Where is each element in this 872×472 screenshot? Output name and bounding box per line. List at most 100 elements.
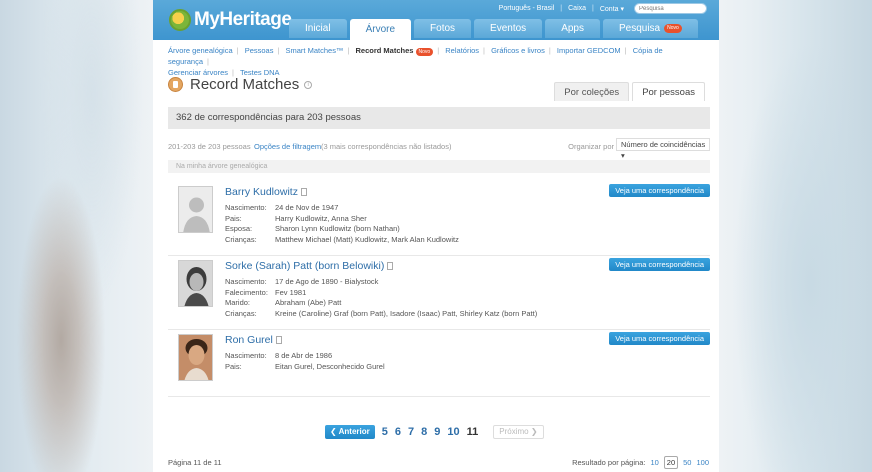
sub-nav: Árvore genealógica | Pessoas | Smart Match…	[168, 45, 708, 78]
subnav-reports[interactable]: Relatórios	[445, 46, 479, 55]
person-photo[interactable]	[178, 260, 213, 307]
sort-label: Organizar por	[568, 142, 614, 151]
divider: |	[347, 46, 350, 55]
fact-label: Marido:	[225, 298, 251, 307]
inbox-link[interactable]: Caixa	[568, 5, 586, 12]
group-header: Na minha árvore genealógica	[168, 160, 710, 173]
tab-tree[interactable]: Árvore	[349, 19, 412, 40]
prev-button[interactable]: ❮ Anterior	[325, 425, 375, 439]
person-name-text: Sorke (Sarah) Patt (born Belowiki)	[225, 260, 385, 272]
tab-label: Eventos	[490, 22, 527, 34]
tab-label: Pesquisa	[618, 22, 661, 34]
tab-label: Apps	[561, 22, 584, 34]
page-link[interactable]: 8	[421, 426, 427, 438]
fact-label: Nascimento:	[225, 277, 267, 286]
person-photo[interactable]	[178, 334, 213, 381]
portrait-icon	[179, 261, 212, 306]
fact-label: Crianças:	[225, 234, 257, 244]
fact-label: Nascimento:	[225, 351, 267, 360]
logo-icon	[169, 9, 191, 31]
page-link[interactable]: 6	[395, 426, 401, 438]
person-name[interactable]: Ron Gurel	[225, 334, 282, 346]
page-link[interactable]: 7	[408, 426, 414, 438]
divider: |	[207, 57, 209, 66]
fact-row: Esposa: Sharon Lynn Kudlowitz (born Natha…	[225, 224, 459, 235]
subnav-charts-books[interactable]: Gráficos e livros	[491, 46, 545, 55]
logo[interactable]: MyHeritage	[169, 9, 292, 31]
fact-label: Crianças:	[225, 308, 257, 318]
divider: |	[236, 46, 239, 55]
per-page-option-selected[interactable]: 20	[663, 456, 679, 469]
fact-row: Marido: Abraham (Abe) Patt	[225, 298, 537, 309]
page-link[interactable]: 10	[447, 426, 459, 438]
person-name[interactable]: Barry Kudlowitz	[225, 186, 307, 198]
fact-row: Falecimento: Fev 1981	[225, 288, 537, 299]
document-icon	[387, 262, 394, 270]
page-title: Record Matches	[190, 76, 300, 93]
view-match-button[interactable]: Veja uma correspondência	[609, 332, 710, 345]
fact-row: Pais: Harry Kudlowitz, Anna Sher	[225, 214, 459, 225]
fact-label: Esposa:	[225, 224, 253, 233]
divider	[168, 255, 710, 256]
search-input[interactable]	[634, 3, 707, 14]
fact-value: Fev 1981	[275, 287, 307, 297]
divider	[168, 396, 710, 397]
top-links: Português - Brasil | Caixa | Conta ▾	[499, 3, 707, 14]
view-match-button[interactable]: Veja uma correspondência	[609, 258, 710, 271]
subnav-people[interactable]: Pessoas	[245, 46, 274, 55]
account-link[interactable]: Conta ▾	[600, 5, 624, 13]
new-badge: Novo	[664, 24, 682, 33]
tab-home[interactable]: Inicial	[289, 19, 347, 38]
facts: Nascimento: 17 de Ago de 1890 - Bialystoc…	[225, 277, 537, 319]
divider: |	[277, 46, 280, 55]
divider: |	[624, 46, 627, 55]
fact-label: Nascimento:	[225, 203, 267, 212]
info-icon[interactable]: i	[304, 80, 313, 89]
tab-label: Inicial	[305, 22, 331, 34]
fact-row: Nascimento: 17 de Ago de 1890 - Bialystoc…	[225, 277, 537, 288]
language-link[interactable]: Português - Brasil	[499, 5, 555, 12]
page: MyHeritage Português - Brasil | Caixa | …	[153, 0, 719, 472]
facts: Nascimento: 8 de Abr de 1986 Pais: Eitan G…	[225, 351, 385, 372]
tab-apps[interactable]: Apps	[545, 19, 600, 38]
tab-by-collections[interactable]: Por coleções	[554, 82, 630, 101]
tab-events[interactable]: Eventos	[474, 19, 543, 38]
divider: |	[592, 5, 594, 12]
fact-label: Pais:	[225, 213, 242, 223]
subnav-record-matches[interactable]: Record Matches	[356, 46, 414, 55]
person-photo[interactable]	[178, 186, 213, 233]
new-badge: Novo	[415, 48, 434, 56]
per-page-option[interactable]: 10	[650, 458, 658, 467]
tab-by-people[interactable]: Por pessoas	[632, 82, 705, 101]
subnav-family-tree[interactable]: Árvore genealógica	[168, 46, 233, 55]
fact-value: 24 de Nov de 1947	[275, 203, 339, 212]
page-info: Página 11 de 11	[168, 458, 222, 467]
next-button[interactable]: Próximo ❯	[493, 425, 544, 439]
view-tabs: Por coleções Por pessoas	[554, 82, 705, 101]
range-text: 201-203 de 203 pessoas	[168, 142, 251, 151]
person-name[interactable]: Sorke (Sarah) Patt (born Belowiki)	[225, 260, 394, 272]
subnav-import-gedcom[interactable]: Importar GEDCOM	[557, 46, 621, 55]
fact-row: Pais: Eitan Gurel, Desconhecido Gurel	[225, 362, 385, 373]
tab-photos[interactable]: Fotos	[414, 19, 472, 38]
page-link[interactable]: 9	[434, 426, 440, 438]
view-match-button[interactable]: Veja uma correspondência	[609, 184, 710, 197]
filter-options-link[interactable]: Opções de filtragem	[254, 142, 321, 151]
per-page-label: Resultado por página:	[572, 458, 646, 467]
background-right	[719, 0, 872, 472]
fact-value: Harry Kudlowitz, Anna Sher	[275, 213, 367, 223]
sort-select[interactable]: Número de coincidências ▾	[616, 138, 710, 160]
divider: |	[548, 46, 551, 55]
per-page-option[interactable]: 50	[683, 458, 691, 467]
tab-search[interactable]: Pesquisa Novo	[602, 19, 698, 38]
background-left	[0, 0, 153, 472]
pagination: ❮ Anterior 5 6 7 8 9 10 11 Próximo ❯	[325, 425, 544, 439]
per-page-option[interactable]: 100	[696, 458, 709, 467]
header: MyHeritage Português - Brasil | Caixa | …	[153, 0, 719, 40]
fact-label: Pais:	[225, 361, 242, 371]
portrait-icon	[179, 335, 212, 380]
fact-row: Crianças: Matthew Michael (Matt) Kudlowit…	[225, 235, 459, 246]
page-link[interactable]: 5	[382, 426, 388, 438]
subnav-smart-matches[interactable]: Smart Matches™	[286, 46, 344, 55]
title-row: Record Matches i	[168, 76, 313, 93]
